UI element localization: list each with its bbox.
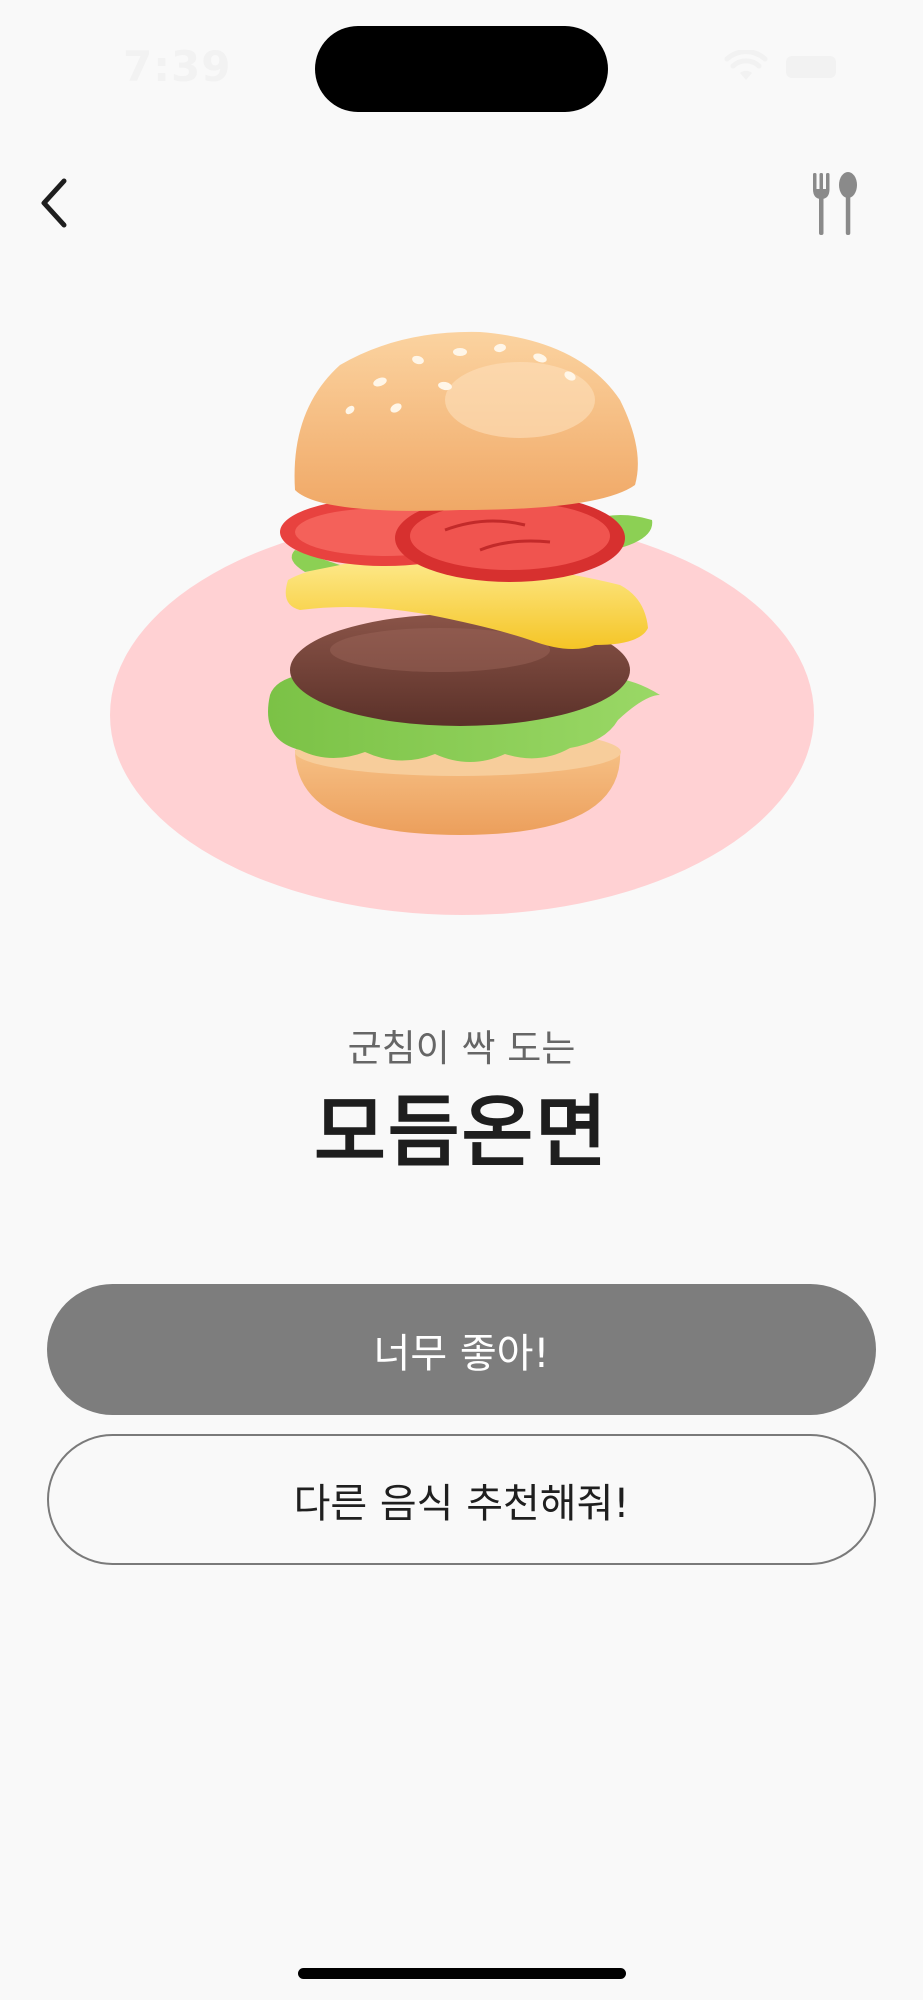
food-name-title: 모듬온면 xyxy=(313,1088,610,1178)
back-button[interactable] xyxy=(22,168,86,238)
battery-icon xyxy=(786,56,836,78)
dynamic-island xyxy=(315,26,608,112)
wifi-icon xyxy=(724,50,768,80)
status-bar: 7:39 xyxy=(0,0,923,130)
fork-spoon-icon xyxy=(813,172,857,235)
accept-button[interactable]: 너무 좋아! xyxy=(47,1284,876,1415)
recommend-another-button[interactable]: 다른 음식 추천해줘! xyxy=(47,1434,876,1565)
hero-image xyxy=(110,331,814,915)
cutlery-button[interactable] xyxy=(800,166,872,242)
subtitle: 군침이 싹 도는 xyxy=(347,1027,576,1070)
home-indicator xyxy=(298,1968,626,1979)
chevron-left-icon xyxy=(41,178,67,228)
status-time: 7:39 xyxy=(123,42,232,91)
